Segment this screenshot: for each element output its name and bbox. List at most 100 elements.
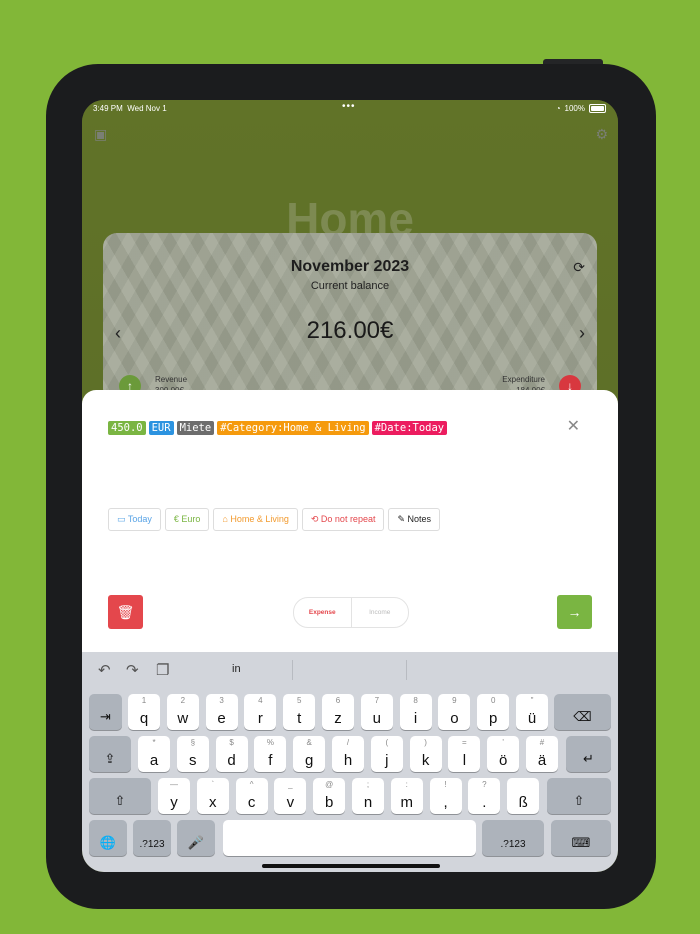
key-u[interactable]: 7u — [360, 694, 393, 730]
delete-key[interactable]: ⌫ — [554, 694, 611, 730]
multitasking-dots[interactable]: ••• — [342, 101, 356, 112]
space-key[interactable] — [223, 820, 476, 856]
balance-card: November 2023 Current balance ⟳ ‹ 216.00… — [103, 233, 597, 403]
key-p[interactable]: 0p — [477, 694, 510, 730]
key-h[interactable]: / h — [332, 736, 364, 772]
key-j[interactable]: (j — [370, 736, 403, 772]
key-secondary-label: 6 — [335, 696, 341, 705]
suggestion-divider — [292, 660, 293, 680]
key-c[interactable]: ^ c — [235, 778, 268, 814]
key-secondary-label: 1 — [141, 696, 147, 705]
redo-icon[interactable]: ↷ — [126, 661, 139, 679]
status-right: ◔ 100% — [556, 104, 606, 113]
chip-euro[interactable]: € Euro — [164, 508, 210, 531]
key-q[interactable]: 1q — [128, 694, 160, 730]
key-t[interactable]: 5t — [283, 694, 316, 730]
key-g[interactable]: & g — [293, 736, 326, 772]
expense-option[interactable]: Expense — [294, 598, 352, 627]
hide-keyboard-key[interactable]: ⌨ — [551, 820, 611, 856]
key-ü[interactable]: " ü — [516, 694, 548, 730]
key-secondary-label: = — [462, 738, 467, 747]
suggestion-word[interactable]: in — [232, 663, 241, 675]
battery-icon — [589, 104, 606, 113]
caps-lock-key[interactable]: ⇪ — [89, 736, 131, 772]
key-z[interactable]: 6z — [322, 694, 354, 730]
key-x[interactable]: ` x — [196, 778, 229, 814]
key-secondary-label: % — [266, 738, 274, 747]
key-label: q — [139, 710, 149, 727]
dictation-key[interactable]: 🎤 — [177, 820, 215, 856]
key-i[interactable]: 8i — [399, 694, 432, 730]
chip-label: Notes — [407, 514, 432, 524]
submit-button[interactable]: → — [557, 595, 592, 629]
chip-notes[interactable]: ✎ Notes — [388, 508, 441, 531]
key-s[interactable]: § s — [176, 736, 209, 772]
key-ö[interactable]: ' ö — [487, 736, 520, 772]
undo-icon[interactable]: ↶ — [98, 661, 111, 679]
key-secondary-label: ' — [502, 738, 504, 747]
return-key[interactable]: ↵ — [566, 736, 611, 772]
chip-today[interactable]: ▭ Today — [108, 508, 161, 531]
month-label: November 2023 — [290, 258, 410, 275]
numbers-key-left[interactable]: .?123 — [133, 820, 171, 856]
key-secondary-label: 4 — [258, 696, 263, 705]
key-secondary-label: ) — [424, 738, 427, 747]
key-label: ß — [518, 794, 528, 811]
key-secondary-label: ! — [444, 780, 447, 789]
key-secondary-label: ( — [385, 738, 389, 747]
key-secondary-label: 3 — [219, 696, 224, 705]
key-label: t — [297, 710, 302, 727]
key-d[interactable]: $ d — [215, 736, 248, 772]
key-r[interactable]: 4r — [244, 694, 277, 730]
clipboard-icon[interactable]: ❐ — [156, 661, 169, 679]
key-a[interactable]: * a — [138, 736, 170, 772]
wifi-icon: ◔ — [555, 104, 561, 113]
key-label: e — [217, 710, 226, 727]
pencil-icon: ✎ — [397, 514, 408, 524]
entry-input[interactable]: 450.0 EUR Miete #Category:Home & Living #Dat… — [108, 421, 448, 435]
key-f[interactable]: % f — [254, 736, 287, 772]
key-o[interactable]: 9o — [438, 694, 471, 730]
chevron-right-icon[interactable]: › — [579, 323, 585, 344]
key-l[interactable]: = l — [448, 736, 481, 772]
key-secondary-label: ; — [366, 780, 370, 789]
key-label: , — [443, 794, 448, 811]
key-comma[interactable]: !, — [429, 778, 462, 814]
key-ä[interactable]: # ä — [526, 736, 558, 772]
chip-label: Today — [127, 514, 152, 524]
home-indicator — [262, 864, 440, 868]
delete-button[interactable]: 🗑 — [108, 595, 143, 629]
key-y[interactable]: — y — [158, 778, 190, 814]
gear-icon[interactable]: ⚙ — [595, 126, 608, 143]
chip-do-not-repeat[interactable]: ⟲ Do not repeat — [301, 508, 385, 531]
key-ß[interactable]: ß — [507, 778, 540, 814]
key-label: d — [227, 752, 236, 769]
key-m[interactable]: :m — [390, 778, 423, 814]
tab-key[interactable]: ⇥ — [89, 694, 122, 730]
sync-icon[interactable]: ⟳ — [573, 259, 585, 276]
key-label: . — [482, 794, 487, 811]
key-b[interactable]: @ b — [313, 778, 346, 814]
key-n[interactable]: ; n — [352, 778, 384, 814]
entry-tag: #Date:Today — [371, 421, 448, 435]
key-v[interactable]: _ v — [274, 778, 307, 814]
key-label: .?123 — [139, 839, 165, 850]
key-label: k — [421, 752, 430, 769]
shift-key-left[interactable]: ⇧ — [89, 778, 151, 814]
media-icon[interactable]: ▣ — [94, 126, 107, 143]
shift-icon: ⇧ — [573, 793, 585, 808]
key-label: h — [343, 752, 353, 769]
expenditure-label: Expenditure — [502, 375, 545, 384]
key-period[interactable]: ?. — [468, 778, 501, 814]
key-e[interactable]: 3e — [205, 694, 238, 730]
chip-home-living[interactable]: ⌂ Home & Living — [213, 508, 298, 531]
shift-key-right[interactable]: ⇧ — [547, 778, 611, 814]
key-w[interactable]: 2w — [166, 694, 199, 730]
key-label: g — [305, 752, 314, 769]
close-icon[interactable]: ✕ — [567, 416, 580, 436]
key-k[interactable]: ) k — [409, 736, 442, 772]
globe-key[interactable]: 🌐 — [89, 820, 127, 856]
numbers-key-right[interactable]: .?123 — [482, 820, 544, 856]
income-option[interactable]: Income — [352, 598, 409, 627]
key-secondary-label: / — [346, 738, 350, 747]
